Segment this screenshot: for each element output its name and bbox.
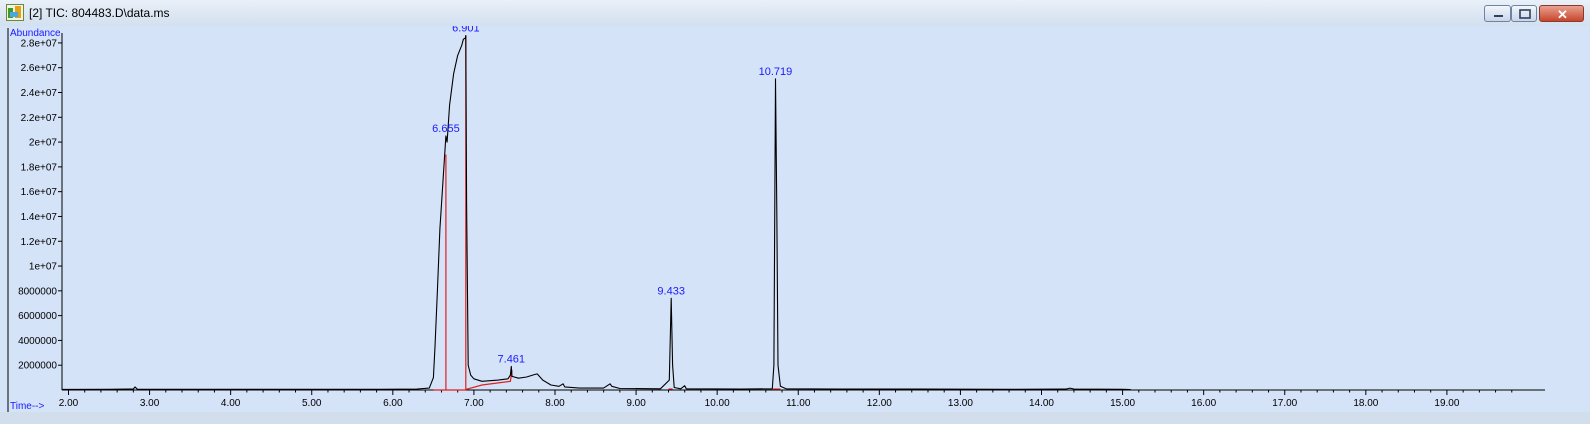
y-tick-label: 2.8e+07 (21, 38, 58, 49)
peak-label: 6.655 (432, 123, 460, 135)
y-tick-label: 1.8e+07 (21, 162, 58, 173)
y-tick-label: 1.2e+07 (21, 237, 58, 248)
y-tick-label: 2e+07 (29, 138, 58, 149)
x-tick-label: 18.00 (1353, 398, 1378, 409)
y-tick-label: 8000000 (18, 286, 57, 297)
x-axis-label: Time--> (10, 401, 45, 412)
x-tick-label: 4.00 (221, 398, 241, 409)
window-bottom-edge (0, 412, 1590, 424)
y-tick-label: 1e+07 (29, 262, 58, 273)
peak-label: 9.433 (657, 285, 685, 297)
peak-label: 10.719 (759, 66, 793, 78)
y-tick-label: 6000000 (18, 311, 57, 322)
minimize-button[interactable] (1484, 5, 1511, 22)
y-axis-label: Abundance (10, 28, 61, 39)
y-tick-label: 4000000 (18, 336, 57, 347)
x-tick-label: 11.00 (786, 398, 811, 409)
x-tick-label: 17.00 (1272, 398, 1297, 409)
close-button[interactable]: ✕ (1539, 5, 1584, 22)
x-tick-label: 9.00 (626, 398, 646, 409)
x-tick-label: 6.00 (383, 398, 403, 409)
y-tick-label: 2.2e+07 (21, 113, 58, 124)
x-tick-label: 2.00 (59, 398, 79, 409)
x-tick-label: 8.00 (545, 398, 565, 409)
y-tick-label: 1.6e+07 (21, 187, 58, 198)
x-tick-label: 19.00 (1434, 398, 1459, 409)
chromatogram-window: [2] TIC: 804483.D\data.ms ✕ 2000000 40000… (0, 0, 1590, 424)
x-tick-label: 13.00 (948, 398, 973, 409)
close-icon: ✕ (1557, 7, 1568, 22)
window-title: [2] TIC: 804483.D\data.ms (29, 6, 170, 20)
peak-label: 7.461 (498, 353, 526, 365)
x-tick-label: 15.00 (1110, 398, 1135, 409)
x-tick-label: 7.00 (464, 398, 484, 409)
chromatogram-plot[interactable]: 2000000 4000000 6000000 8000000 1e+07 1.2e+07… (0, 26, 1590, 412)
x-tick-label: 3.00 (140, 398, 160, 409)
x-tick-label: 14.00 (1029, 398, 1054, 409)
minimize-icon (1494, 15, 1503, 17)
y-tick-label: 2.6e+07 (21, 63, 58, 74)
maximize-icon (1519, 9, 1531, 19)
x-tick-label: 5.00 (302, 398, 322, 409)
title-bar[interactable]: [2] TIC: 804483.D\data.ms ✕ (0, 0, 1590, 27)
x-tick-label: 16.00 (1191, 398, 1216, 409)
y-tick-label: 2000000 (18, 361, 57, 372)
x-tick-label: 10.00 (705, 398, 730, 409)
plot-background (0, 26, 1590, 412)
x-tick-label: 12.00 (867, 398, 892, 409)
maximize-button[interactable] (1511, 5, 1537, 22)
peak-label: 6.901 (452, 26, 480, 34)
y-tick-label: 1.4e+07 (21, 212, 58, 223)
y-tick-label: 2.4e+07 (21, 88, 58, 99)
chromatogram-app-icon[interactable] (6, 4, 24, 21)
